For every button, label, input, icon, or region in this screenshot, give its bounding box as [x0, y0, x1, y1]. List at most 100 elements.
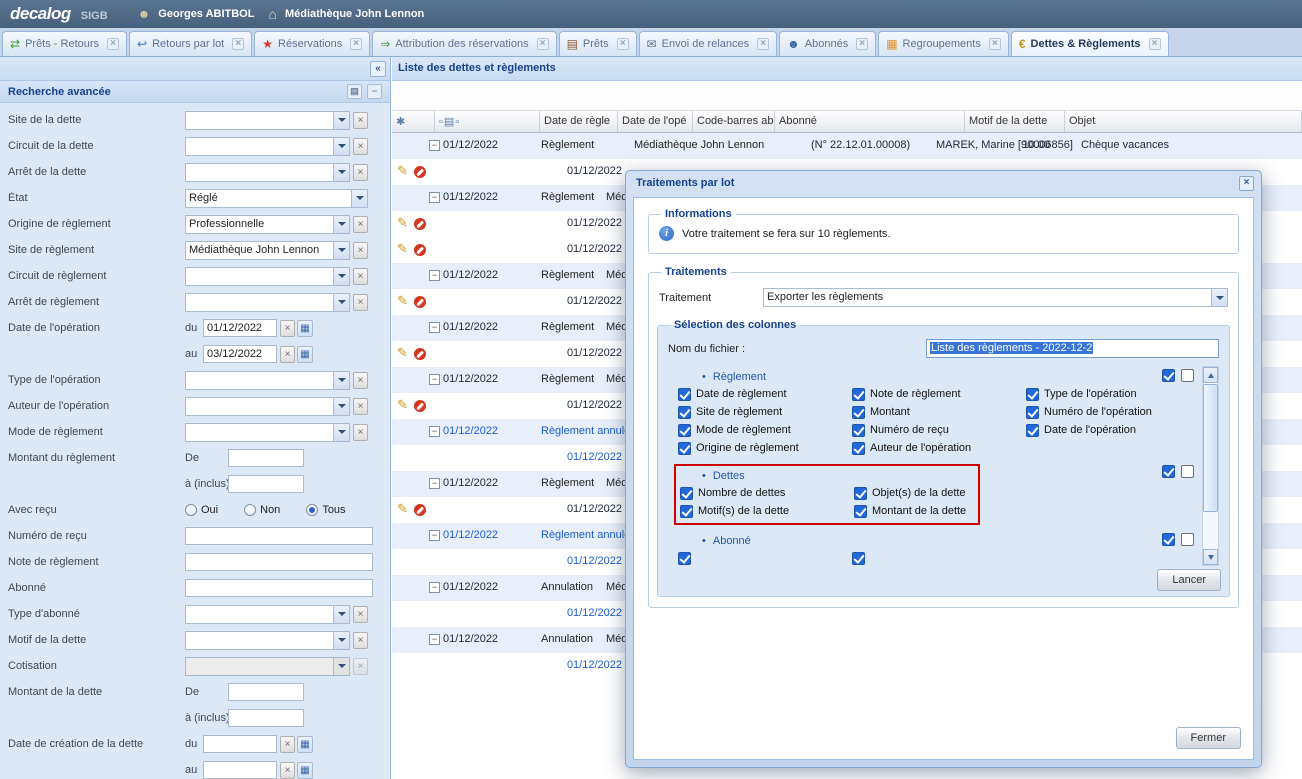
- calendar-icon[interactable]: ▦: [297, 320, 313, 337]
- expand-collapse-icon[interactable]: −: [429, 270, 440, 281]
- type-de-l-opération-combo[interactable]: [185, 371, 350, 390]
- expand-collapse-icon[interactable]: −: [429, 322, 440, 333]
- checked-checkbox-icon[interactable]: [852, 388, 865, 401]
- chevron-down-icon[interactable]: [333, 215, 350, 234]
- checked-checkbox-icon[interactable]: [852, 442, 865, 455]
- expand-collapse-icon[interactable]: −: [429, 634, 440, 645]
- clear-field-icon[interactable]: ×: [353, 606, 368, 623]
- column-checkbox[interactable]: Mode de règlement: [678, 421, 852, 439]
- cancel-icon[interactable]: [414, 504, 426, 516]
- amount-input[interactable]: [228, 475, 304, 493]
- chevron-down-icon[interactable]: [333, 241, 350, 260]
- expand-collapse-icon[interactable]: −: [429, 478, 440, 489]
- scroll-thumb[interactable]: [1203, 384, 1218, 512]
- column-checkbox[interactable]: Origine de règlement: [678, 439, 852, 457]
- tab-close-icon[interactable]: ×: [232, 38, 244, 50]
- clear-field-icon[interactable]: ×: [353, 372, 368, 389]
- column-checkbox[interactable]: Motif(s) de la dette: [680, 502, 854, 520]
- edit-icon[interactable]: ✎: [397, 215, 408, 231]
- column-header-row-view-icons[interactable]: ▫▤▫: [435, 111, 540, 132]
- clear-field-icon[interactable]: ×: [353, 398, 368, 415]
- type-d-abonné-combo[interactable]: [185, 605, 350, 624]
- origine-de-règlement-combo[interactable]: Professionnelle: [185, 215, 350, 234]
- edit-icon[interactable]: ✎: [397, 397, 408, 413]
- auteur-de-l-opération-combo[interactable]: [185, 397, 350, 416]
- checked-checkbox-icon[interactable]: [1026, 406, 1039, 419]
- cancel-icon[interactable]: [414, 348, 426, 360]
- clear-field-icon[interactable]: ×: [353, 632, 368, 649]
- chevron-down-icon[interactable]: [333, 423, 350, 442]
- checked-checkbox-icon[interactable]: [678, 424, 691, 437]
- arrêt-de-règlement-combo[interactable]: [185, 293, 350, 312]
- date-input[interactable]: 03/12/2022: [203, 345, 277, 363]
- expand-collapse-icon[interactable]: −: [429, 426, 440, 437]
- chevron-down-icon[interactable]: [333, 163, 350, 182]
- chevron-down-icon[interactable]: [351, 189, 368, 208]
- column-checkbox[interactable]: Type de l'opération: [1026, 385, 1152, 403]
- expand-collapse-icon[interactable]: −: [429, 140, 440, 151]
- chevron-down-icon[interactable]: [333, 371, 350, 390]
- checked-checkbox-icon[interactable]: [680, 505, 693, 518]
- tab-close-icon[interactable]: ×: [1149, 38, 1161, 50]
- amount-input[interactable]: [228, 683, 304, 701]
- expand-collapse-icon[interactable]: −: [429, 582, 440, 593]
- date-input[interactable]: 01/12/2022: [203, 319, 277, 337]
- radio-option-oui[interactable]: Oui: [185, 504, 218, 516]
- clear-field-icon[interactable]: ×: [280, 762, 295, 779]
- tab-close-icon[interactable]: ×: [757, 38, 769, 50]
- site-de-la-dette-combo[interactable]: [185, 111, 350, 130]
- column-checkbox[interactable]: Note de règlement: [852, 385, 1026, 403]
- checked-checkbox-icon[interactable]: [680, 487, 693, 500]
- tab-close-icon[interactable]: ×: [107, 38, 119, 50]
- cancel-icon[interactable]: [414, 244, 426, 256]
- clear-field-icon[interactable]: ×: [280, 320, 295, 337]
- note-de-règlement-input[interactable]: [185, 553, 373, 571]
- collapse-panel-button[interactable]: «: [370, 61, 386, 77]
- column-checkbox[interactable]: Numéro de reçu: [852, 421, 1026, 439]
- tab-close-icon[interactable]: ×: [989, 38, 1001, 50]
- calendar-icon[interactable]: ▦: [297, 736, 313, 753]
- checked-checkbox-icon[interactable]: [678, 442, 691, 455]
- clear-field-icon[interactable]: ×: [353, 294, 368, 311]
- checked-checkbox-icon[interactable]: [854, 505, 867, 518]
- scroll-down-button[interactable]: [1203, 549, 1218, 565]
- column-header-motif-de-la-dette[interactable]: Motif de la dette: [965, 111, 1065, 132]
- chevron-down-icon[interactable]: [333, 267, 350, 286]
- tab-close-icon[interactable]: ×: [537, 38, 549, 50]
- edit-icon[interactable]: ✎: [397, 345, 408, 361]
- arrêt-de-la-dette-combo[interactable]: [185, 163, 350, 182]
- amount-input[interactable]: [228, 709, 304, 727]
- mode-de-règlement-combo[interactable]: [185, 423, 350, 442]
- chevron-down-icon[interactable]: [333, 657, 350, 676]
- chevron-down-icon[interactable]: [333, 111, 350, 130]
- clear-field-icon[interactable]: ×: [353, 658, 368, 675]
- tab-close-icon[interactable]: ×: [350, 38, 362, 50]
- circuit-de-la-dette-combo[interactable]: [185, 137, 350, 156]
- close-icon[interactable]: ×: [1239, 176, 1254, 191]
- calendar-icon[interactable]: ▦: [297, 346, 313, 363]
- edit-icon[interactable]: ✎: [397, 501, 408, 517]
- tab-dettes-règlements[interactable]: €Dettes & Règlements×: [1011, 31, 1169, 56]
- radio-option-non[interactable]: Non: [244, 504, 280, 516]
- tab-close-icon[interactable]: ×: [617, 38, 629, 50]
- amount-input[interactable]: [228, 449, 304, 467]
- checked-checkbox-icon[interactable]: [852, 552, 865, 565]
- motif-de-la-dette-combo[interactable]: [185, 631, 350, 650]
- cotisation-combo[interactable]: [185, 657, 350, 676]
- column-header-date-de-règle[interactable]: Date de règle: [540, 111, 618, 132]
- cancel-icon[interactable]: [414, 166, 426, 178]
- clear-field-icon[interactable]: ×: [353, 164, 368, 181]
- tab-abonnés[interactable]: ☻Abonnés×: [779, 31, 876, 56]
- clear-field-icon[interactable]: ×: [353, 424, 368, 441]
- état-combo[interactable]: Réglé: [185, 189, 368, 208]
- column-checkbox[interactable]: Date de l'opération: [1026, 421, 1152, 439]
- cancel-icon[interactable]: [414, 296, 426, 308]
- checked-checkbox-icon[interactable]: [678, 406, 691, 419]
- radio-option-tous[interactable]: Tous: [306, 504, 345, 516]
- edit-icon[interactable]: ✎: [397, 241, 408, 257]
- expand-collapse-icon[interactable]: −: [429, 374, 440, 385]
- clear-field-icon[interactable]: ×: [280, 736, 295, 753]
- chevron-down-icon[interactable]: [333, 397, 350, 416]
- clear-field-icon[interactable]: ×: [353, 268, 368, 285]
- site-de-règlement-combo[interactable]: Médiathèque John Lennon: [185, 241, 350, 260]
